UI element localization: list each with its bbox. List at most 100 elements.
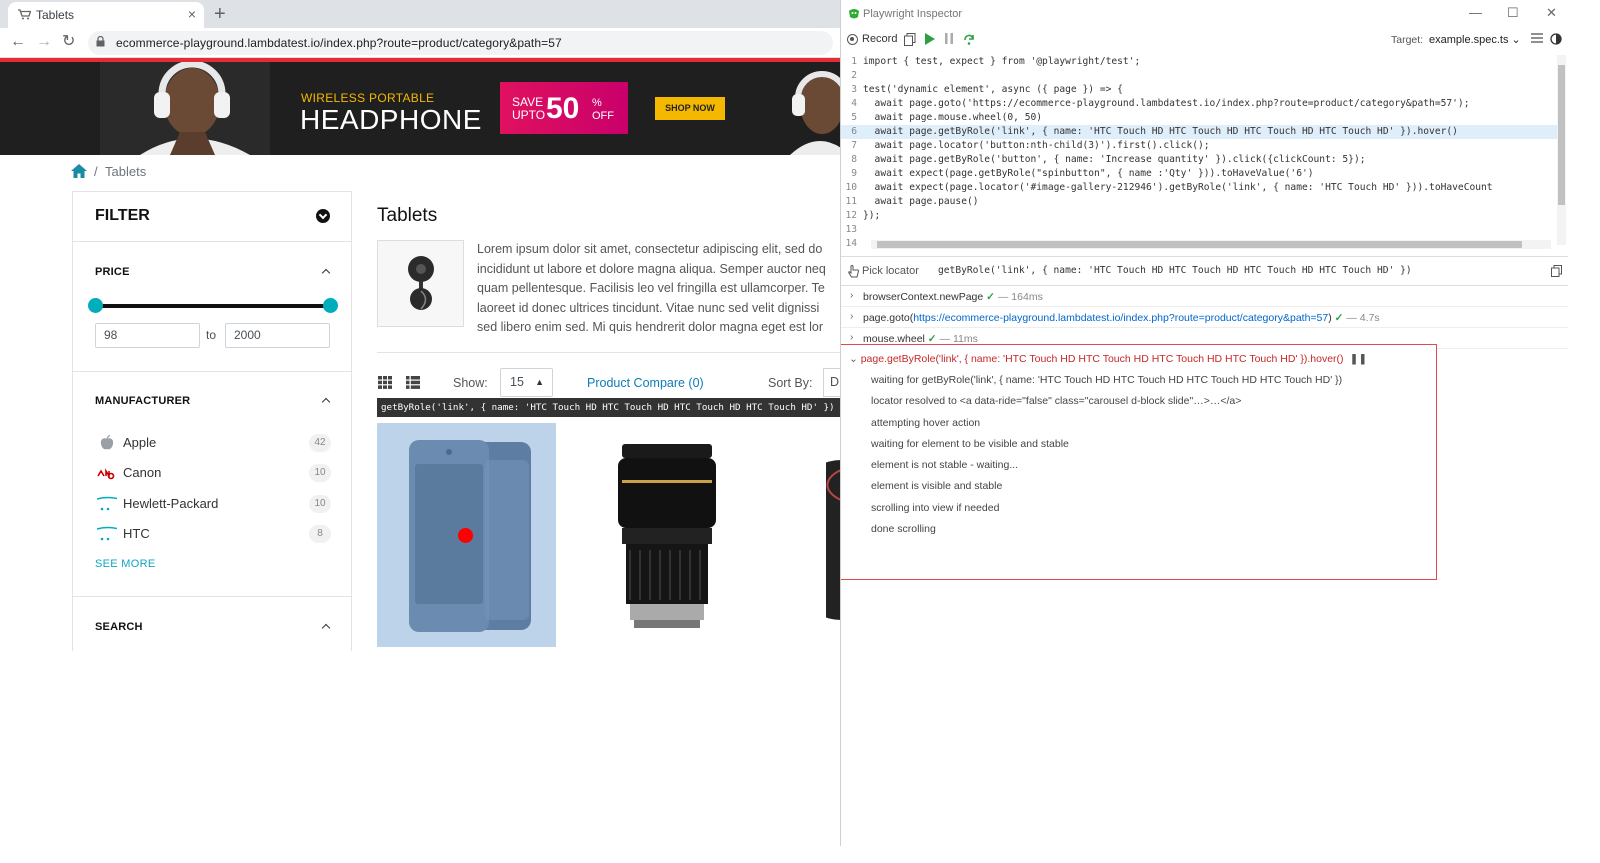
price-max-handle[interactable] bbox=[323, 298, 338, 313]
shop-now-button[interactable]: SHOP NOW bbox=[655, 97, 725, 120]
active-action-header: ⌄ page.getByRole('link', { name: 'HTC To… bbox=[849, 353, 1368, 365]
tab-tablets[interactable]: Tablets × bbox=[8, 2, 204, 28]
copy-icon[interactable] bbox=[904, 33, 916, 46]
hp-logo bbox=[97, 496, 117, 511]
menu-icon[interactable] bbox=[1531, 33, 1543, 43]
line-number: 9 bbox=[851, 168, 857, 179]
code-editor[interactable]: 1 import { test, expect } from '@playwrig… bbox=[841, 55, 1557, 249]
price-min-input[interactable]: 98 bbox=[95, 323, 200, 348]
address-bar[interactable]: ecommerce-playground.lambdatest.io/index… bbox=[88, 31, 833, 55]
code-line: 3 test('dynamic element', async ({ page }… bbox=[841, 83, 1557, 97]
log-text: page.goto(https://ecommerce-playground.l… bbox=[863, 312, 1380, 324]
code-text: import { test, expect } from '@playwrigh… bbox=[863, 56, 1141, 67]
log-duration: — 164ms bbox=[997, 291, 1043, 303]
breadcrumb-separator: / bbox=[94, 164, 98, 179]
show-count-select[interactable]: 15 ▲▼ bbox=[500, 368, 553, 414]
code-line: 4 await page.goto('https://ecommerce-pla… bbox=[841, 97, 1557, 111]
new-tab-button[interactable]: + bbox=[214, 2, 226, 26]
description-line: sed libero enim sed. Mi quis hendrerit d… bbox=[477, 320, 824, 334]
expand-chevron-icon[interactable]: › bbox=[850, 290, 853, 301]
code-text: await page.getByRole('link', { name: 'HT… bbox=[863, 126, 1458, 137]
tab-title: Tablets bbox=[36, 8, 75, 22]
divider bbox=[73, 241, 351, 242]
code-line: 7 await page.locator('button:nth-child(3… bbox=[841, 139, 1557, 153]
line-number: 2 bbox=[851, 70, 857, 81]
product-image-partial[interactable] bbox=[826, 460, 841, 620]
line-number: 12 bbox=[845, 210, 857, 221]
record-label[interactable]: Record bbox=[862, 33, 897, 45]
discount-badge: SAVE UPTO 50 % OFF bbox=[500, 82, 628, 134]
log-entry[interactable]: › browserContext.newPage ✓ — 164ms bbox=[841, 287, 1568, 307]
line-number: 1 bbox=[851, 56, 857, 67]
price-min-handle[interactable] bbox=[88, 298, 103, 313]
active-log-entry[interactable]: ⌄ page.getByRole('link', { name: 'HTC To… bbox=[841, 344, 1437, 580]
reload-button[interactable]: ↻ bbox=[62, 32, 75, 52]
scrollbar-thumb[interactable] bbox=[1558, 65, 1565, 205]
log-detail-line: element is not stable - waiting... bbox=[871, 459, 1019, 471]
step-over-icon[interactable] bbox=[963, 33, 975, 45]
back-button[interactable]: ← bbox=[10, 32, 26, 52]
pick-locator-label[interactable]: Pick locator bbox=[862, 265, 919, 277]
target-select[interactable]: example.spec.ts ⌄ bbox=[1429, 33, 1521, 46]
copy-locator-icon[interactable] bbox=[1551, 265, 1562, 277]
record-icon[interactable] bbox=[847, 34, 858, 45]
filter-sidebar: FILTER PRICE 98 to 2000 MANUFACTURER App… bbox=[72, 191, 352, 651]
code-vertical-scrollbar[interactable] bbox=[1557, 55, 1566, 245]
manufacturer-item-canon[interactable]: Canon 10 bbox=[95, 462, 331, 484]
theme-toggle-icon[interactable] bbox=[1550, 33, 1562, 45]
filter-collapse-icon[interactable] bbox=[316, 209, 330, 223]
price-max-input[interactable]: 2000 bbox=[225, 323, 330, 348]
scrollbar-thumb[interactable] bbox=[877, 241, 1522, 248]
code-line: 5 await page.mouse.wheel(0, 50) bbox=[841, 111, 1557, 125]
banner-headline: HEADPHONE bbox=[300, 104, 482, 135]
category-title: Tablets bbox=[377, 205, 438, 226]
active-action-text: page.getByRole('link', { name: 'HTC Touc… bbox=[860, 353, 1344, 365]
code-line: 12}); bbox=[841, 209, 1557, 223]
price-section-title: PRICE bbox=[95, 266, 130, 278]
product-image-camera-lens[interactable] bbox=[612, 440, 722, 635]
log-detail-line: attempting hover action bbox=[871, 417, 981, 429]
expand-chevron-icon[interactable]: › bbox=[850, 332, 853, 343]
sort-select[interactable]: D bbox=[823, 368, 841, 397]
description-line: incididunt ut labore et dolore magna ali… bbox=[477, 261, 826, 276]
manufacturer-item-htc[interactable]: HTC 8 bbox=[95, 523, 331, 545]
minimize-button[interactable]: — bbox=[1469, 5, 1482, 20]
log-detail-line: done scrolling bbox=[871, 523, 936, 535]
home-icon[interactable] bbox=[71, 164, 87, 178]
close-window-button[interactable]: ✕ bbox=[1546, 5, 1557, 21]
price-slider-track[interactable] bbox=[95, 304, 331, 308]
price-toggle-icon[interactable] bbox=[321, 268, 331, 278]
code-text: }); bbox=[863, 210, 881, 221]
manufacturer-item-hewlett-packard[interactable]: Hewlett-Packard 10 bbox=[95, 493, 331, 515]
pause-icon[interactable] bbox=[944, 33, 954, 44]
description-line: Lorem ipsum dolor sit amet, consectetur … bbox=[477, 242, 823, 256]
maximize-button[interactable]: ☐ bbox=[1507, 5, 1519, 21]
playwright-logo-icon bbox=[849, 9, 859, 19]
log-detail-line: waiting for getByRole('link', { name: 'H… bbox=[871, 374, 1343, 386]
pick-locator-icon[interactable] bbox=[848, 265, 860, 278]
discount-off: OFF bbox=[592, 110, 614, 122]
tab-close-icon[interactable]: × bbox=[188, 6, 196, 22]
log-entry[interactable]: › page.goto(https://ecommerce-playground… bbox=[841, 308, 1568, 328]
grid-view-icon[interactable] bbox=[378, 376, 392, 389]
code-text: await page.pause() bbox=[863, 196, 979, 207]
locator-input[interactable]: getByRole('link', { name: 'HTC Touch HD … bbox=[938, 265, 1412, 276]
manufacturer-item-apple[interactable]: Apple 42 bbox=[95, 432, 331, 454]
code-line-highlighted: 6 await page.getByRole('link', { name: '… bbox=[841, 125, 1557, 139]
manufacturer-toggle-icon[interactable] bbox=[321, 397, 331, 407]
manufacturer-name: Hewlett-Packard bbox=[123, 496, 219, 511]
inspector-toolbar: Record Target: example.spec.ts ⌄ bbox=[841, 28, 1568, 52]
list-view-icon[interactable] bbox=[406, 376, 420, 389]
forward-button[interactable]: → bbox=[36, 32, 52, 52]
line-number: 11 bbox=[845, 196, 857, 207]
code-line: 9 await expect(page.getByRole("spinbutto… bbox=[841, 167, 1557, 181]
code-horizontal-scrollbar[interactable] bbox=[871, 240, 1551, 249]
promo-banner[interactable]: WIRELESS PORTABLE HEADPHONE SAVE UPTO 50… bbox=[0, 62, 841, 155]
product-compare-link[interactable]: Product Compare (0) bbox=[587, 376, 704, 390]
log-url-link[interactable]: https://ecommerce-playground.lambdatest.… bbox=[913, 312, 1328, 324]
banner-model-right-image bbox=[790, 71, 841, 155]
see-more-link[interactable]: SEE MORE bbox=[95, 558, 155, 570]
search-toggle-icon[interactable] bbox=[321, 623, 331, 633]
resume-icon[interactable] bbox=[924, 33, 935, 45]
expand-chevron-icon[interactable]: › bbox=[850, 311, 853, 322]
